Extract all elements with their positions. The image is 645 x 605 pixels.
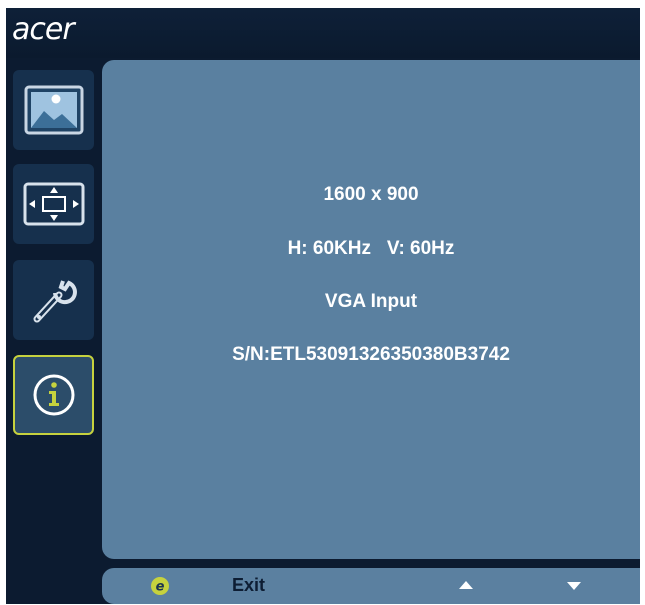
screen-position-icon <box>23 182 84 226</box>
input-source-text: VGA Input <box>324 291 418 312</box>
osd-footer: e Exit <box>102 568 640 604</box>
osd-menu: acer 1600 x 900 H: 60KHz V: 60Hz VGA Inp… <box>6 8 640 604</box>
sidebar-item-information[interactable] <box>13 355 94 435</box>
arrow-up-icon[interactable] <box>459 581 473 589</box>
picture-icon <box>24 85 83 135</box>
sidebar-item-settings[interactable] <box>13 260 94 340</box>
serial-number-text: S/N:ETL53091326350380B3742 <box>232 344 510 365</box>
svg-text:e: e <box>156 580 165 595</box>
sidebar-item-picture[interactable] <box>13 70 94 150</box>
info-panel: 1600 x 900 H: 60KHz V: 60Hz VGA Input S/… <box>102 60 640 559</box>
frequency-text: H: 60KHz V: 60Hz <box>287 238 455 259</box>
osd-sidebar <box>6 58 102 568</box>
resolution-text: 1600 x 900 <box>323 184 419 205</box>
sidebar-item-position[interactable] <box>13 164 94 244</box>
acer-logo: acer <box>12 12 75 47</box>
e-exit-icon[interactable]: e <box>150 576 170 596</box>
arrow-down-icon[interactable] <box>567 582 581 590</box>
wrench-icon <box>33 280 77 323</box>
info-icon <box>33 374 74 416</box>
osd-header: acer <box>6 8 640 58</box>
exit-label[interactable]: Exit <box>232 575 265 596</box>
